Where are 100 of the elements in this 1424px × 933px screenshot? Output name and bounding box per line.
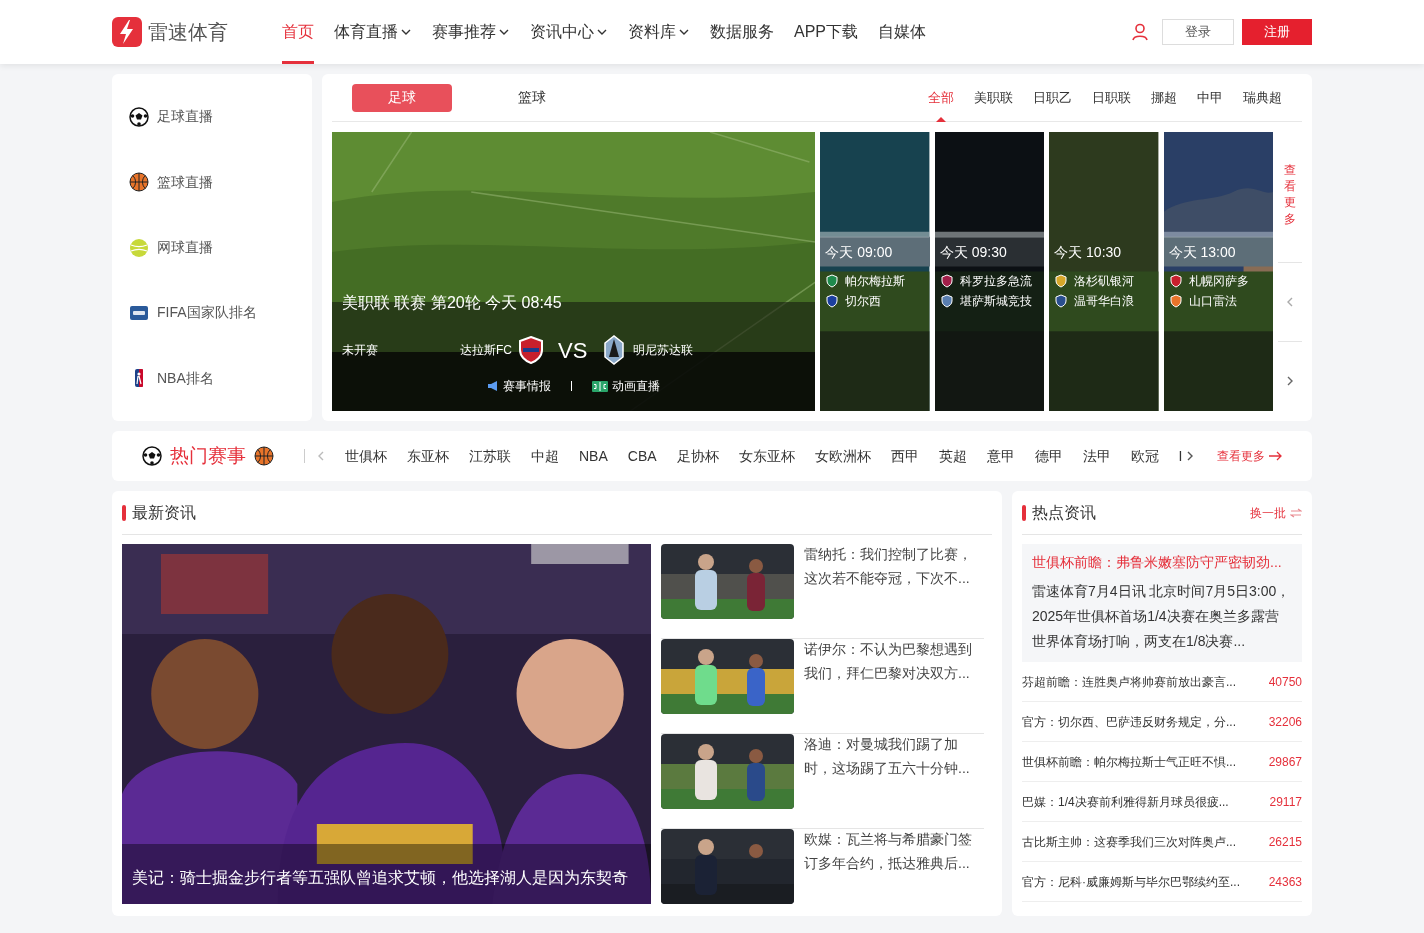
nav-tab[interactable]: APP下载	[794, 0, 858, 64]
event-link[interactable]: 足协杯	[676, 445, 719, 467]
basketball-icon	[254, 446, 274, 466]
nav-tab[interactable]: 体育直播	[334, 0, 412, 64]
news-item[interactable]: 欧媒：瓦兰将与希腊豪门签订多年合约，抵达雅典后...	[661, 829, 984, 924]
section-title: 热点资讯	[1032, 502, 1096, 523]
soccer-ball-icon	[142, 446, 162, 466]
sport-tab[interactable]: 足球	[352, 83, 452, 112]
hot-news-item[interactable]: 官方：尼科·威廉姆斯与毕尔巴鄂续约至... 24363	[1022, 862, 1302, 902]
section-title: 热门赛事	[170, 443, 246, 468]
team-name: 温哥华白浪	[1074, 293, 1135, 310]
event-link[interactable]: 法甲	[1082, 445, 1111, 467]
event-link[interactable]: 女东亚杯	[738, 445, 795, 467]
basketball-icon	[129, 172, 149, 193]
news-item[interactable]: 诺伊尔：不认为巴黎想遇到我们，拜仁巴黎对决双方...	[661, 639, 984, 734]
headline-card[interactable]: 美记：骑士掘金步行者等五强队曾追求艾顿，他选择湖人是因为东契奇	[122, 544, 651, 904]
sidebar-item[interactable]: 足球直播	[112, 84, 312, 150]
sidebar-item[interactable]: 网球直播	[112, 214, 312, 281]
event-link[interactable]: NBA	[579, 445, 608, 467]
featured-news-summary: 雷速体育7月4日讯 北京时间7月5日3:00，2025年世俱杯首场1/4决赛在奥兰多露营世界体育场打响，两支在1/8决赛...	[1032, 582, 1292, 651]
match-card[interactable]: 今天 09:30 科罗拉多急流 堪萨斯城竞技	[934, 132, 1045, 411]
match-card[interactable]: 今天 09:00 帕尔梅拉斯 切尔西	[820, 132, 930, 411]
team-name: 明尼苏达联	[633, 342, 694, 359]
event-link[interactable]: 世俱杯	[345, 445, 387, 467]
view-more-link[interactable]: 查看更多	[1284, 162, 1296, 258]
match-time: 今天 09:00	[825, 243, 894, 262]
arrow-right-icon	[1269, 451, 1282, 461]
nav-tab[interactable]: 赛事推荐	[432, 0, 510, 64]
event-link[interactable]: 东亚杯	[407, 445, 449, 467]
view-count: 32206	[1268, 713, 1302, 731]
league-filter[interactable]: 中甲	[1197, 73, 1223, 122]
nav-tab[interactable]: 数据服务	[710, 0, 774, 64]
team-name: 洛杉矶银河	[1074, 273, 1135, 290]
refresh-link[interactable]: 换一批	[1250, 503, 1302, 522]
hot-news-title: 古比斯主帅：这赛季我们三次对阵奥卢...	[1022, 833, 1236, 851]
event-link[interactable]: CBA	[627, 445, 657, 467]
league-filter[interactable]: 日职联	[1092, 73, 1131, 122]
login-button[interactable]: 登录	[1162, 19, 1234, 45]
league-filter[interactable]: 日职乙	[1033, 73, 1072, 122]
event-link[interactable]: 中超	[531, 445, 559, 467]
news-headline: 雷纳托：我们控制了比赛，这次若不能夺冠，下次不...	[804, 545, 973, 588]
indicator-icon	[936, 116, 946, 122]
event-link[interactable]: 英超	[938, 445, 967, 467]
featured-match-card[interactable]: 美职联 联赛 第20轮 今天 08:45 未开赛 达拉斯FC VS 明尼苏达联 赛事情报 动画直播	[332, 132, 816, 411]
view-count: 26215	[1268, 833, 1302, 851]
sidebar-item[interactable]: 篮球直播	[112, 149, 312, 215]
hot-news-title: 官方：切尔西、巴萨违反财务规定，分...	[1022, 713, 1236, 731]
hot-news-item[interactable]: 官方：切尔西、巴萨违反财务规定，分... 32206	[1022, 702, 1302, 742]
hot-news-title: 官方：尼科·威廉姆斯与毕尔巴鄂续约至...	[1022, 873, 1240, 891]
event-link[interactable]: 意甲	[986, 445, 1015, 467]
sport-tab[interactable]: 篮球	[482, 83, 582, 112]
event-link[interactable]: 西甲	[890, 445, 919, 467]
league-filter[interactable]: 挪超	[1151, 73, 1177, 122]
hot-news-title: 巴媒：1/4决赛前利雅得新月球员很疲...	[1022, 793, 1229, 811]
match-card[interactable]: 今天 13:00 札幌冈萨多 山口雷法	[1163, 132, 1273, 411]
match-time: 今天 10:30	[1054, 243, 1123, 262]
team-name: 科罗拉多急流	[959, 273, 1032, 290]
league-filter[interactable]: 瑞典超	[1243, 73, 1282, 122]
sidebar-item[interactable]: NBA排名	[112, 345, 312, 412]
view-more-link[interactable]: 查看更多	[1217, 447, 1282, 465]
event-link[interactable]: 江苏联	[469, 445, 511, 467]
team-name: 堪萨斯城竞技	[959, 293, 1032, 310]
megaphone-icon	[487, 380, 500, 392]
soccer-ball-icon	[129, 106, 149, 127]
match-time: 今天 13:00	[1168, 243, 1237, 262]
view-count: 40750	[1268, 673, 1302, 691]
event-link[interactable]: 德甲	[1034, 445, 1063, 467]
news-item[interactable]: 洛迪：对曼城我们踢了加时，这场踢了五六十分钟...	[661, 734, 984, 829]
hot-news-item[interactable]: 世俱杯前瞻：帕尔梅拉斯士气正旺不惧... 29867	[1022, 742, 1302, 782]
user-icon[interactable]	[1130, 22, 1150, 42]
event-link[interactable]: I	[1178, 445, 1183, 467]
featured-news-card[interactable]: 世俱杯前瞻：弗鲁米嫩塞防守严密韧劲... 雷速体育7月4日讯 北京时间7月5日3:00，2025年世俱杯首场1/4决赛在奥兰多露营世界体育场打响，两支在1/8决赛...	[1022, 544, 1302, 662]
view-count: 29867	[1268, 753, 1302, 771]
team-name: 达拉斯FC	[459, 342, 512, 359]
tennis-ball-icon	[129, 237, 149, 258]
view-count: 24363	[1268, 873, 1302, 891]
event-link[interactable]: 女欧洲杯	[814, 445, 871, 467]
news-headline: 欧媒：瓦兰将与希腊豪门签订多年合约，抵达雅典后...	[804, 830, 973, 873]
match-card[interactable]: 今天 10:30 洛杉矶银河 温哥华白浪	[1049, 132, 1159, 411]
hot-news-item[interactable]: 古比斯主帅：这赛季我们三次对阵奥卢... 26215	[1022, 822, 1302, 862]
headline-caption: 美记：骑士掘金步行者等五强队曾追求艾顿，他选择湖人是因为东契奇	[132, 868, 628, 888]
hot-news-item[interactable]: 巴媒：1/4决赛前利雅得新月球员很疲... 29117	[1022, 782, 1302, 822]
featured-news-title: 世俱杯前瞻：弗鲁米嫩塞防守严密韧劲...	[1032, 553, 1283, 572]
nav-tab[interactable]: 资料库	[628, 0, 690, 64]
league-filter[interactable]: 美职联	[974, 73, 1013, 122]
hot-news-title: 世俱杯前瞻：帕尔梅拉斯士气正旺不惧...	[1022, 753, 1236, 771]
hot-news-item[interactable]: 芬超前瞻：连胜奥卢将帅赛前放出豪言... 40750	[1022, 662, 1302, 702]
nav-tab[interactable]: 资讯中心	[530, 0, 608, 64]
nav-tab[interactable]: 首页	[282, 0, 314, 64]
event-link[interactable]: 欧冠	[1130, 445, 1159, 467]
match-link[interactable]: 赛事情报	[487, 377, 552, 395]
team-name: 切尔西	[845, 293, 882, 310]
team-name: 山口雷法	[1188, 293, 1237, 310]
nav-tab[interactable]: 自媒体	[878, 0, 926, 64]
sidebar-item[interactable]: FIFA国家队排名	[112, 280, 312, 346]
match-link[interactable]: 动画直播	[592, 377, 661, 395]
league-filter[interactable]: 全部	[928, 73, 954, 122]
register-button[interactable]: 注册	[1242, 19, 1312, 45]
match-title: 美职联 联赛 第20轮 今天 08:45	[342, 293, 563, 313]
news-item[interactable]: 雷纳托：我们控制了比赛，这次若不能夺冠，下次不...	[661, 544, 984, 639]
